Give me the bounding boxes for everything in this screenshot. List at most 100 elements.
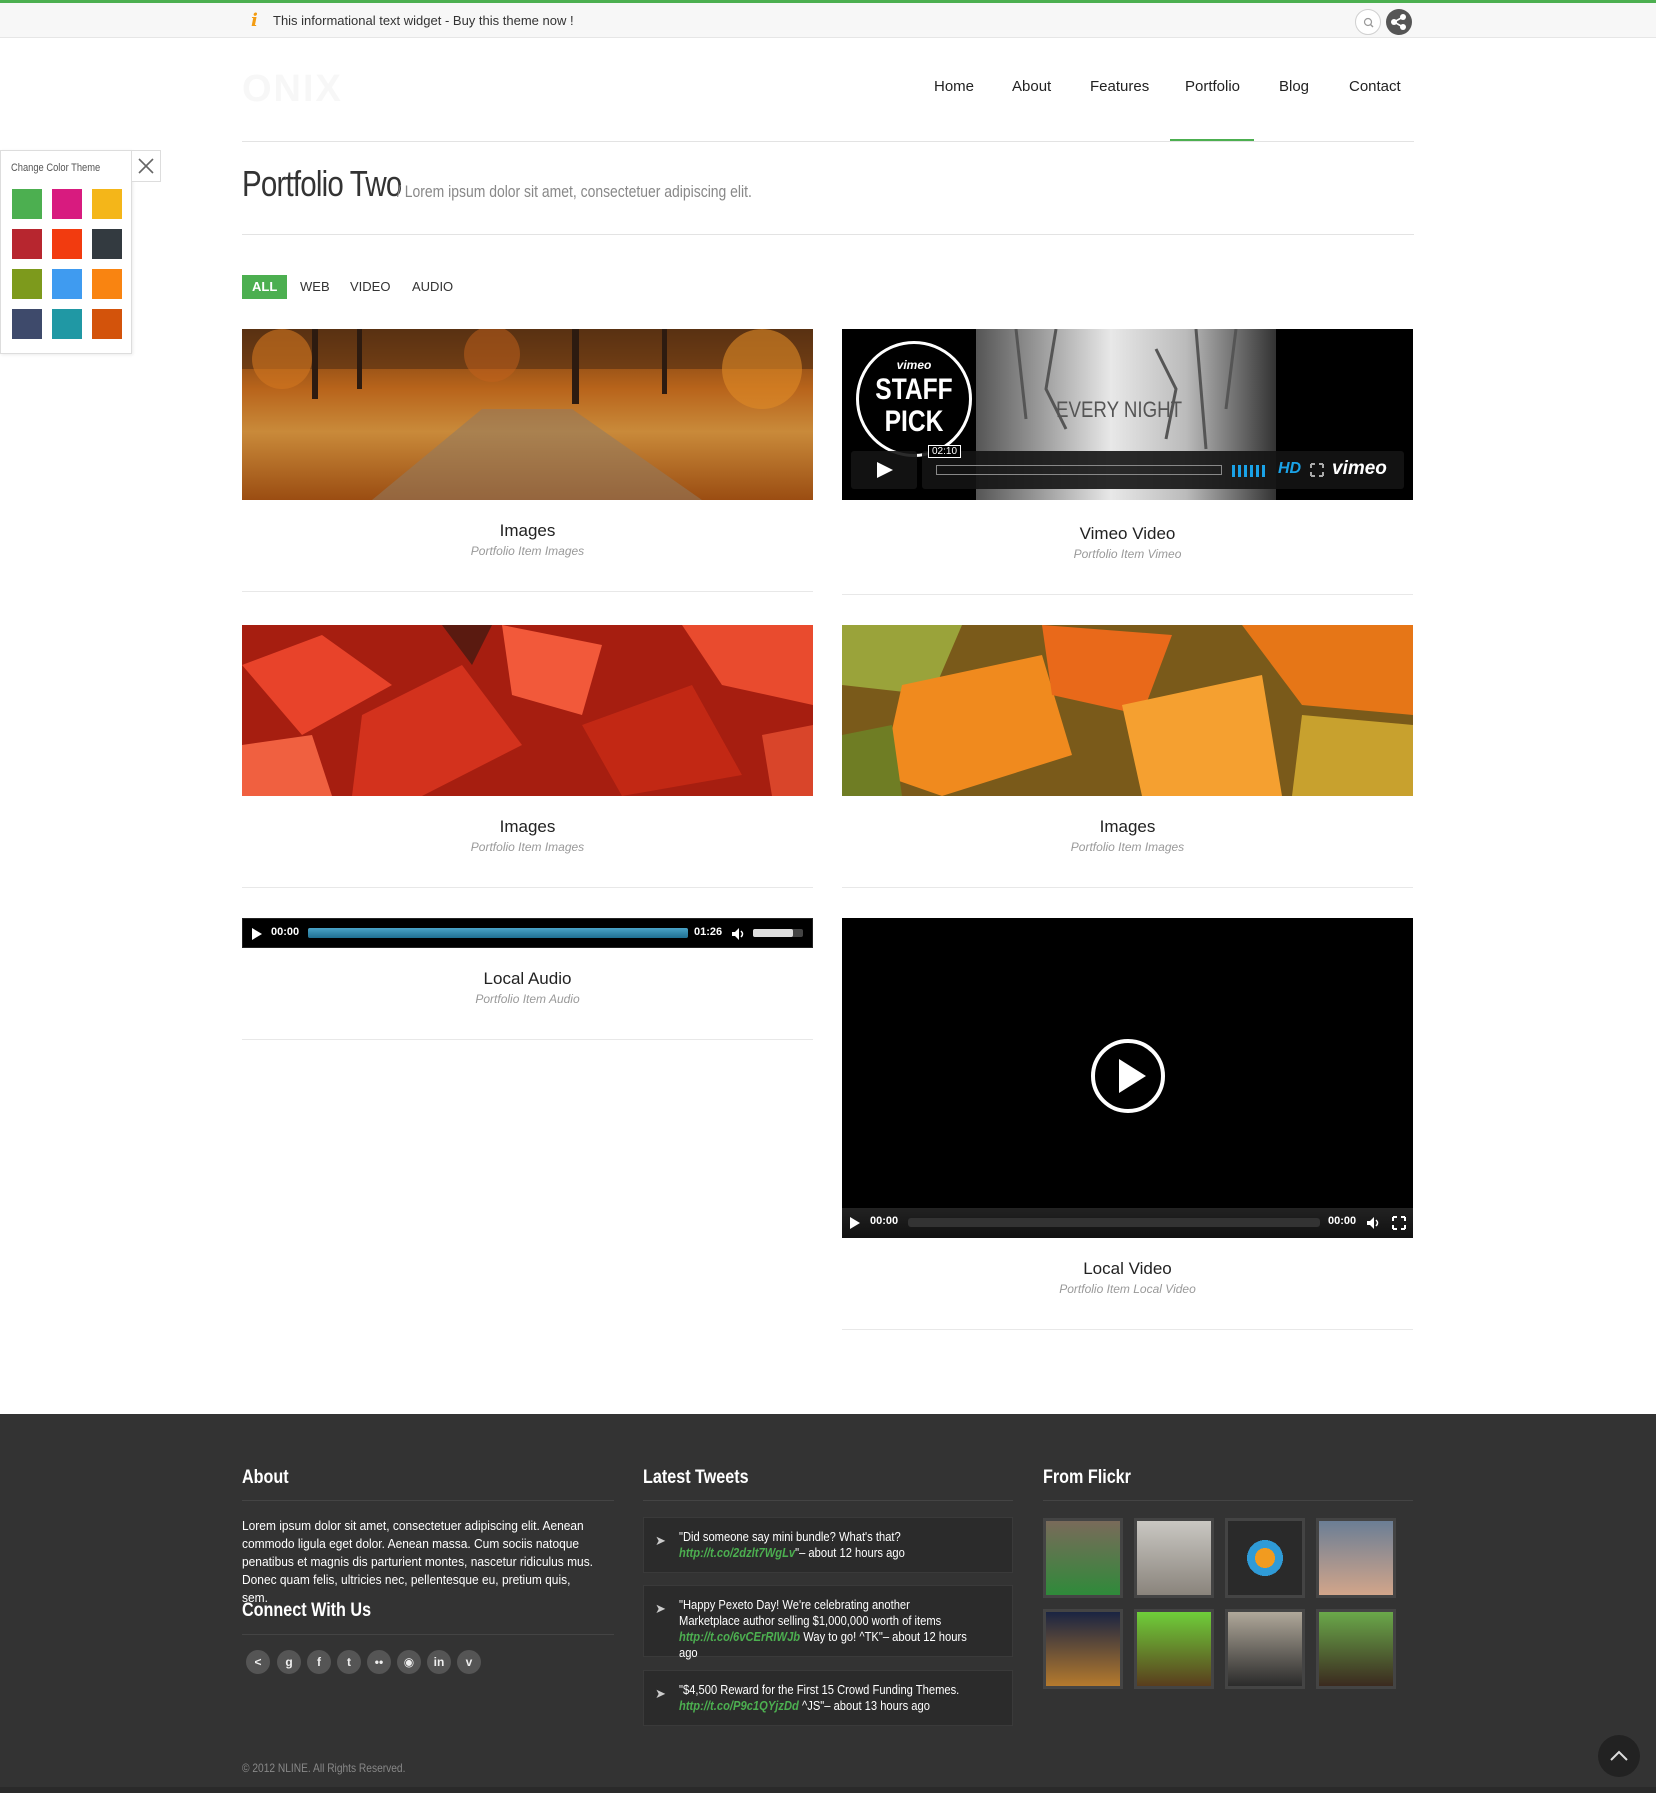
tweet-link[interactable]: http://t.co/6vCErRIWJb xyxy=(679,1629,800,1644)
color-swatch[interactable] xyxy=(92,189,122,219)
facebook-icon[interactable]: f xyxy=(307,1650,331,1674)
portfolio-thumbnail-orange-leaves[interactable] xyxy=(842,625,1413,796)
filter-video[interactable]: VIDEO xyxy=(350,275,390,299)
vimeo-icon[interactable]: v xyxy=(457,1650,481,1674)
badge-line-2: PICK xyxy=(884,405,944,438)
nav-item-about[interactable]: About xyxy=(1012,78,1051,95)
fullscreen-icon[interactable] xyxy=(1310,463,1324,477)
color-swatch[interactable] xyxy=(92,229,122,259)
twitter-bird-icon: ➤ xyxy=(655,1533,666,1548)
google-icon[interactable]: g xyxy=(277,1650,301,1674)
flickr-thumbnail[interactable] xyxy=(1316,1518,1396,1598)
flickr-thumbnail[interactable] xyxy=(1043,1518,1123,1598)
video-player[interactable]: 00:00 00:00 xyxy=(842,918,1413,1238)
portfolio-item: Images Portfolio Item Images xyxy=(242,625,813,888)
filter-all[interactable]: ALL xyxy=(242,275,288,299)
portfolio-item-title[interactable]: Images xyxy=(242,817,813,837)
nav-item-home[interactable]: Home xyxy=(934,78,974,95)
page-title: Portfolio Two xyxy=(242,163,402,204)
footer-flickr-heading: From Flickr xyxy=(1043,1467,1131,1488)
vimeo-progress-bar[interactable] xyxy=(936,465,1222,475)
nav-item-portfolio[interactable]: Portfolio xyxy=(1185,78,1240,95)
nav-item-features[interactable]: Features xyxy=(1090,78,1149,95)
search-button[interactable] xyxy=(1355,9,1381,35)
video-progress-bar[interactable] xyxy=(908,1218,1320,1227)
color-swatch[interactable] xyxy=(52,269,82,299)
footer-connect-heading: Connect With Us xyxy=(242,1600,372,1621)
flickr-thumbnail[interactable] xyxy=(1225,1609,1305,1689)
footer-bottom-strip xyxy=(0,1787,1656,1793)
play-icon[interactable] xyxy=(250,927,264,941)
audio-progress-fill xyxy=(308,928,688,938)
tweet-item: ➤ "Did someone say mini bundle? What's t… xyxy=(643,1517,1013,1573)
vimeo-player[interactable]: EVERY NIGHT vimeo STAFF PICK 02:10 HD vi… xyxy=(842,329,1413,500)
vimeo-logo[interactable]: vimeo xyxy=(1332,458,1387,480)
volume-icon[interactable] xyxy=(1366,1216,1382,1230)
flickr-thumbnail[interactable] xyxy=(1225,1518,1305,1598)
fullscreen-icon[interactable] xyxy=(1392,1216,1406,1230)
portfolio-item-category: Portfolio Item Vimeo xyxy=(1073,547,1182,561)
portfolio-item-divider xyxy=(842,887,1413,888)
flickr-thumbnail[interactable] xyxy=(1043,1609,1123,1689)
portfolio-item-category: Portfolio Item Images xyxy=(470,840,585,854)
portfolio-item-title[interactable]: Vimeo Video xyxy=(842,524,1413,544)
color-swatch[interactable] xyxy=(92,269,122,299)
color-swatch[interactable] xyxy=(52,189,82,219)
play-icon[interactable] xyxy=(848,1216,862,1230)
footer-divider xyxy=(242,1634,614,1635)
info-widget-text[interactable]: This informational text widget - Buy thi… xyxy=(273,13,574,28)
big-play-icon[interactable] xyxy=(1090,1038,1166,1114)
linkedin-icon[interactable]: in xyxy=(427,1650,451,1674)
video-current-time: 00:00 xyxy=(870,1215,899,1227)
volume-bars-icon[interactable] xyxy=(1232,463,1272,477)
flickr-thumbnail[interactable] xyxy=(1316,1609,1396,1689)
twitter-bird-icon: ➤ xyxy=(655,1601,666,1616)
portfolio-item-title[interactable]: Images xyxy=(242,521,813,541)
theme-panel-close-button[interactable] xyxy=(132,150,161,182)
tweet-link[interactable]: http://t.co/P9c1QYjzDd xyxy=(679,1698,799,1713)
vimeo-play-button[interactable] xyxy=(851,451,917,489)
badge-brand: vimeo xyxy=(896,358,932,372)
audio-progress-bar[interactable] xyxy=(308,928,688,938)
info-icon: i xyxy=(251,10,258,31)
color-swatch[interactable] xyxy=(52,309,82,339)
color-swatch[interactable] xyxy=(12,309,42,339)
scroll-to-top-button[interactable] xyxy=(1598,1735,1640,1777)
color-swatch[interactable] xyxy=(12,229,42,259)
header-divider xyxy=(242,141,1414,142)
audio-volume-fill xyxy=(753,929,793,937)
site-logo[interactable]: ONIX xyxy=(242,68,343,111)
tweet-link[interactable]: http://t.co/2dzlt7WgLv xyxy=(679,1545,795,1560)
nav-item-contact[interactable]: Contact xyxy=(1349,78,1401,95)
flickr-thumbnail[interactable] xyxy=(1134,1518,1214,1598)
footer-about-heading: About xyxy=(242,1467,289,1488)
twitter-icon[interactable]: t xyxy=(337,1650,361,1674)
nav-item-blog[interactable]: Blog xyxy=(1279,78,1309,95)
filter-web[interactable]: WEB xyxy=(300,275,330,299)
color-swatch[interactable] xyxy=(12,189,42,219)
portfolio-item-title[interactable]: Images xyxy=(842,817,1413,837)
vimeo-control-bar: 02:10 HD vimeo xyxy=(922,445,1404,489)
color-swatch[interactable] xyxy=(92,309,122,339)
dribbble-icon[interactable]: ◉ xyxy=(397,1650,421,1674)
footer-about-text: Lorem ipsum dolor sit amet, consectetuer… xyxy=(242,1518,594,1605)
audio-player: 00:00 01:26 xyxy=(242,918,813,948)
portfolio-item-title[interactable]: Local Video xyxy=(842,1259,1413,1279)
portfolio-item-category: Portfolio Item Audio xyxy=(475,992,580,1006)
filter-audio[interactable]: AUDIO xyxy=(412,275,453,299)
audio-volume-slider[interactable] xyxy=(753,929,803,937)
volume-icon[interactable] xyxy=(731,927,747,941)
flickr-thumbnail[interactable] xyxy=(1134,1609,1214,1689)
hd-toggle[interactable]: HD xyxy=(1278,460,1301,478)
portfolio-thumbnail-autumn-path[interactable] xyxy=(242,329,813,500)
share-button[interactable] xyxy=(1386,9,1412,35)
portfolio-item-title[interactable]: Local Audio xyxy=(242,969,813,989)
portfolio-item-divider xyxy=(842,594,1413,595)
color-swatch[interactable] xyxy=(52,229,82,259)
copyright-text: © 2012 NLINE. All Rights Reserved. xyxy=(242,1761,406,1775)
tweet-time: "– about 12 hours ago xyxy=(795,1545,905,1560)
flickr-icon[interactable]: •• xyxy=(367,1650,391,1674)
color-swatch[interactable] xyxy=(12,269,42,299)
share-icon[interactable]: < xyxy=(246,1650,270,1674)
portfolio-thumbnail-red-leaves[interactable] xyxy=(242,625,813,796)
